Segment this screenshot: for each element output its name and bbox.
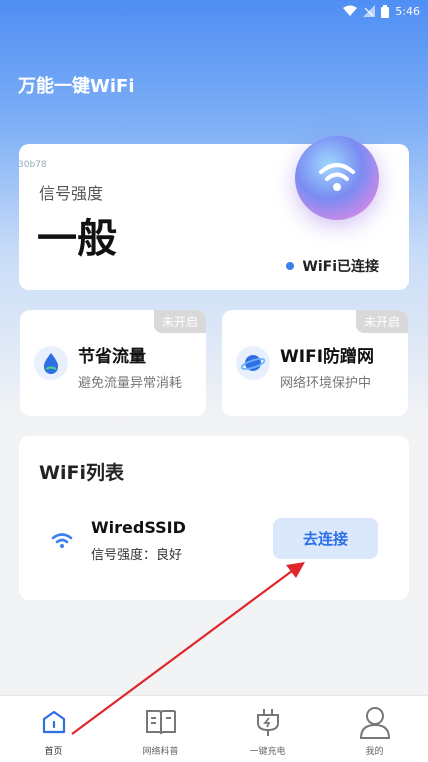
wifi-list-card: WiFi列表 WiredSSID 信号强度：良好 去连接	[19, 436, 409, 600]
app-title: 万能一键WiFi	[18, 76, 135, 97]
planet-icon	[236, 346, 270, 380]
status-time: 5:46	[395, 4, 420, 18]
water-drop-icon	[34, 346, 68, 380]
tab-label: 首页	[44, 747, 63, 757]
tab-label: 一键充电	[249, 747, 286, 757]
tab-label: 网络科普	[142, 747, 179, 757]
tab-home[interactable]: 首页	[0, 696, 107, 762]
connection-status: WiFi已连接	[286, 256, 379, 276]
status-dot	[286, 262, 295, 270]
tab-one-click-charge[interactable]: 一键充电	[214, 696, 321, 762]
feature-status-tag: 未开启	[153, 310, 206, 333]
wifi-list-title: WiFi列表	[39, 462, 124, 484]
user-icon	[359, 706, 391, 739]
signal-label: 信号强度	[39, 184, 104, 203]
battery-icon	[381, 4, 390, 18]
charge-plug-icon	[252, 706, 284, 738]
wifi-status-icon	[343, 5, 358, 16]
signal-status-icon	[363, 5, 376, 17]
feature-subtitle: 避免流量异常消耗	[78, 376, 183, 391]
feature-status-tag: 未开启	[355, 310, 408, 333]
bottom-tab-bar: 首页 网络科普 一键充电 我的	[0, 695, 428, 762]
feature-subtitle: 网络环境保护中	[280, 376, 372, 391]
status-bar: 5:46	[0, 0, 428, 22]
feature-title: WIFI防蹭网	[280, 347, 375, 367]
wifi-orb	[281, 136, 395, 236]
tab-label: 我的	[365, 747, 384, 757]
book-icon	[145, 706, 177, 738]
signal-card: 信号强度 一般 WiFi已连接	[19, 136, 409, 290]
feature-card-save-data[interactable]: 未开启 节省流量 避免流量异常消耗	[20, 310, 206, 416]
feature-title: 节省流量	[78, 347, 146, 367]
wifi-orb-icon	[319, 163, 355, 191]
home-icon	[40, 706, 68, 738]
feature-card-anti-leech[interactable]: 未开启 WIFI防蹭网 网络环境保护中	[222, 310, 408, 416]
tab-network-knowledge[interactable]: 网络科普	[107, 696, 214, 762]
wifi-ssid: WiredSSID	[91, 518, 186, 537]
connection-status-text: WiFi已连接	[302, 259, 379, 275]
signal-value: 一般	[37, 216, 117, 262]
wifi-icon	[51, 533, 73, 548]
watermark-text: 30b78	[18, 160, 47, 170]
connect-button[interactable]: 去连接	[273, 518, 378, 559]
wifi-signal-strength: 信号强度：良好	[91, 548, 183, 563]
tab-me[interactable]: 我的	[321, 696, 428, 762]
